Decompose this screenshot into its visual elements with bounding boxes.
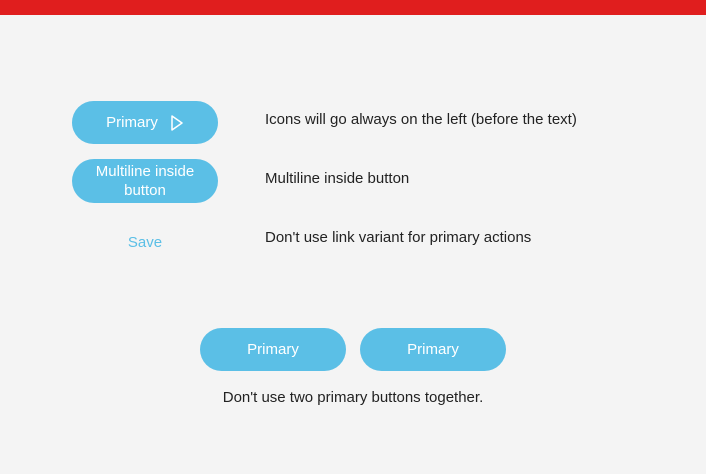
save-link-button[interactable]: Save (72, 232, 218, 252)
primary-button-first[interactable]: Primary (200, 328, 346, 371)
top-accent-bar (0, 0, 706, 15)
multiline-button[interactable]: Multiline inside button (72, 159, 218, 203)
multiline-button-label: Multiline inside button (95, 163, 195, 199)
two-primary-caption: Don't use two primary buttons together. (222, 389, 484, 406)
primary-button-with-icon[interactable]: Primary (72, 101, 218, 144)
note-icons-placement: Icons will go always on the left (before… (265, 111, 577, 128)
note-link-variant: Don't use link variant for primary actio… (265, 229, 532, 246)
primary-button-label: Primary (106, 114, 158, 131)
play-outline-icon (170, 114, 184, 132)
note-multiline: Multiline inside button (265, 170, 410, 187)
primary-button-second[interactable]: Primary (360, 328, 506, 371)
